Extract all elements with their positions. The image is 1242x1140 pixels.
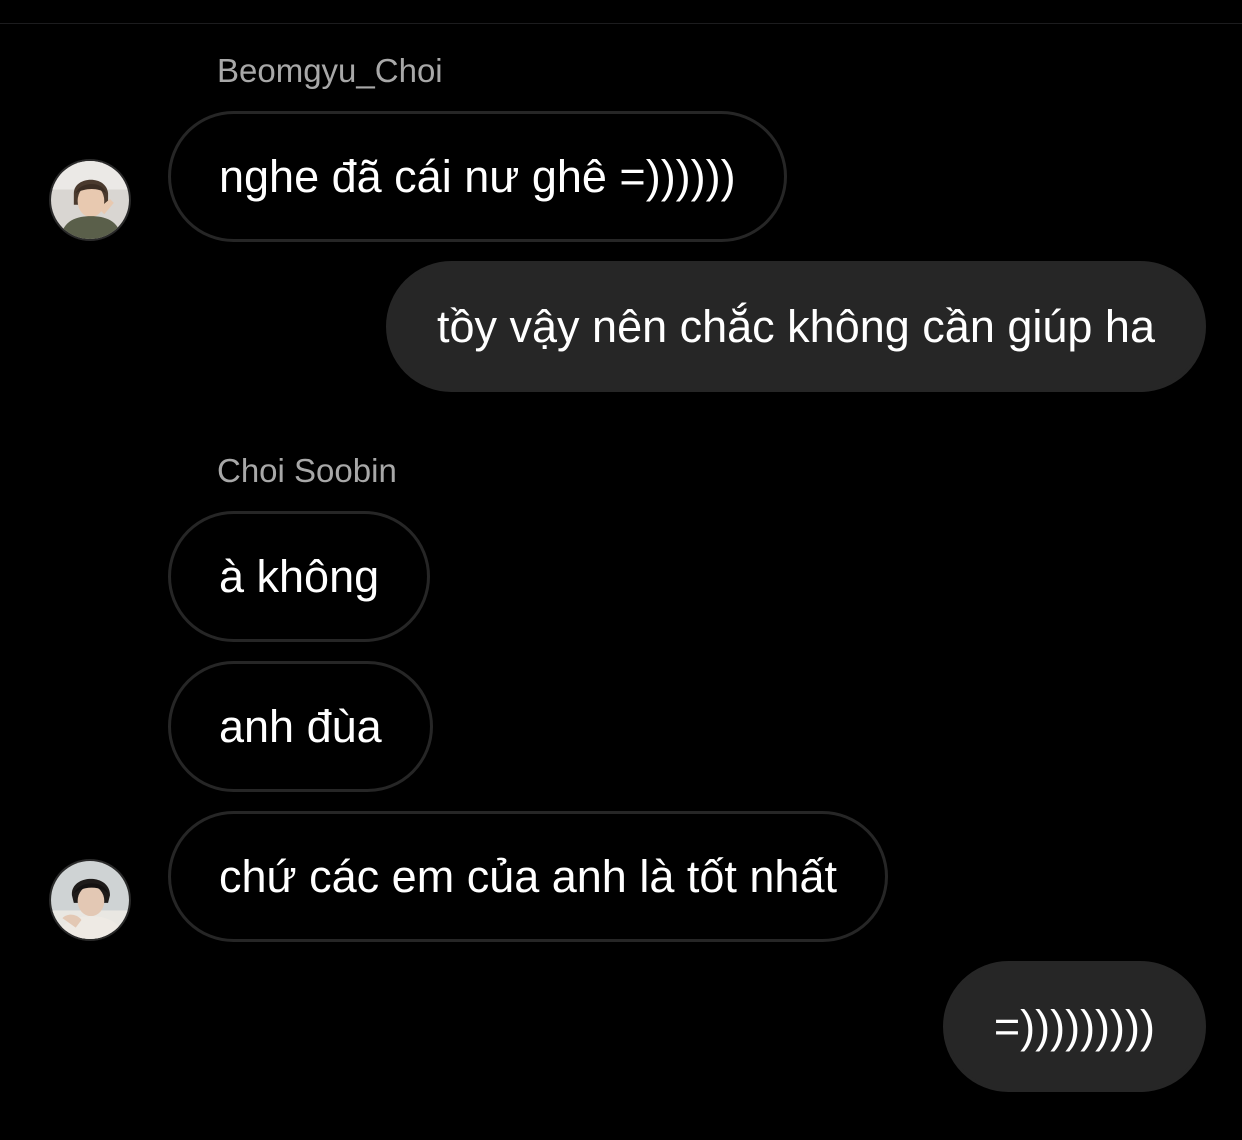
message-bubble-received[interactable]: nghe đã cái nư ghê =)))))) — [168, 111, 787, 242]
message-bubble-sent[interactable]: tồy vậy nên chắc không cần giúp ha — [385, 261, 1206, 392]
message-text: nghe đã cái nư ghê =)))))) — [219, 150, 736, 202]
message-text: tồy vậy nên chắc không cần giúp ha — [436, 300, 1155, 352]
sender-name-beomgyu: Beomgyu_Choi — [217, 52, 443, 89]
message-text: chứ các em của anh là tốt nhất — [219, 850, 837, 902]
person-avatar-icon[interactable] — [49, 859, 131, 941]
message-bubble-received[interactable]: anh đùa — [168, 661, 433, 792]
person-avatar-icon[interactable] — [49, 159, 131, 241]
message-text: à không — [219, 550, 380, 602]
top-divider — [0, 23, 1242, 24]
message-bubble-received[interactable]: à không — [168, 511, 431, 642]
avatar-photo-beomgyu — [51, 161, 129, 239]
sender-name-soobin: Choi Soobin — [217, 452, 397, 489]
message-text: anh đùa — [219, 700, 382, 752]
message-text: =))))))))) — [993, 1000, 1155, 1052]
message-bubble-received[interactable]: chứ các em của anh là tốt nhất — [168, 811, 888, 942]
avatar-photo-soobin — [51, 861, 129, 939]
message-bubble-sent[interactable]: =))))))))) — [942, 961, 1206, 1092]
